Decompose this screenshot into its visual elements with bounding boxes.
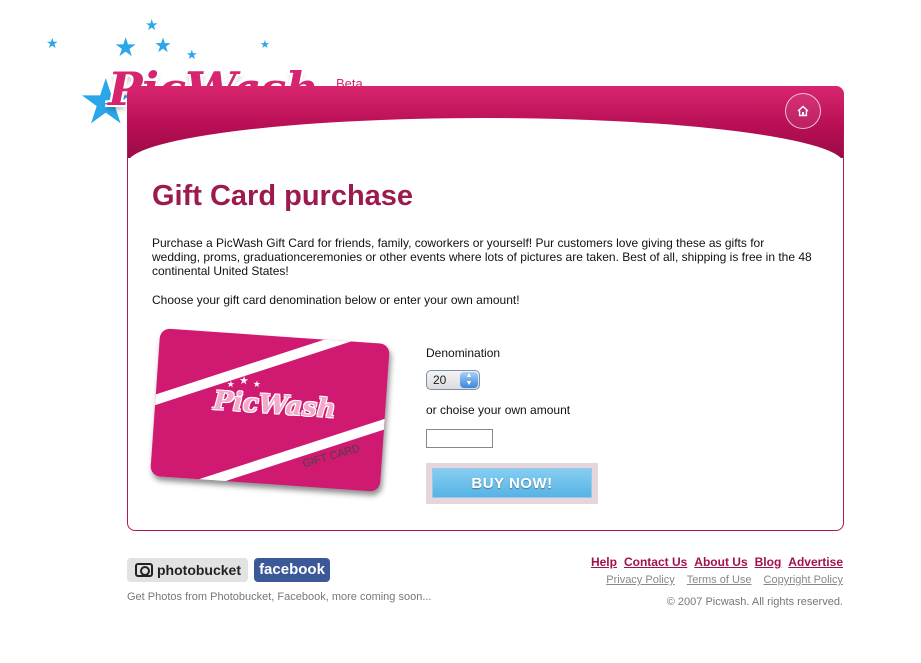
star-icon: ★ <box>186 47 198 62</box>
intro-paragraph: Purchase a PicWash Gift Card for friends… <box>152 236 812 278</box>
buy-button-frame: BUY NOW! <box>426 463 598 504</box>
photobucket-label: photobucket <box>157 562 241 578</box>
page-title: Gift Card purchase <box>152 180 414 212</box>
footer-link-advertise[interactable]: Advertise <box>788 555 843 569</box>
footer-legal: Privacy Policy Terms of Use Copyright Po… <box>606 574 843 586</box>
denomination-select[interactable]: 20 ▲ ▼ <box>426 370 480 390</box>
star-icon: ★ <box>145 17 159 34</box>
footer-nav: Help Contact Us About Us Blog Advertise <box>591 555 843 569</box>
star-icon: ★ <box>260 39 270 51</box>
star-icon: ★ <box>114 32 138 62</box>
star-icon: ★ <box>46 35 59 51</box>
home-icon <box>797 105 809 117</box>
footer-link-privacy-policy[interactable]: Privacy Policy <box>606 574 674 586</box>
footer-link-blog[interactable]: Blog <box>755 555 782 569</box>
buy-now-button[interactable]: BUY NOW! <box>432 468 592 498</box>
star-icon: ★ <box>238 374 250 388</box>
instruction-text: Choose your gift card denomination below… <box>152 293 520 307</box>
copyright-text: © 2007 Picwash. All rights reserved. <box>666 596 843 608</box>
select-stepper-icon: ▲ ▼ <box>460 372 478 388</box>
facebook-button[interactable]: facebook <box>254 558 330 582</box>
gift-card-image: ★ ★ ★ ★ PicWash GIFT CARD <box>150 328 390 492</box>
custom-amount-input[interactable] <box>426 429 493 448</box>
photobucket-button[interactable]: photobucket <box>127 558 248 582</box>
star-icon: ★ <box>154 35 172 57</box>
footer-link-copyright-policy[interactable]: Copyright Policy <box>764 574 843 586</box>
footer-note: Get Photos from Photobucket, Facebook, m… <box>127 591 432 603</box>
custom-amount-label: or choise your own amount <box>426 403 571 417</box>
footer-link-help[interactable]: Help <box>591 555 617 569</box>
denomination-value: 20 <box>433 373 447 387</box>
footer-link-terms-of-use[interactable]: Terms of Use <box>687 574 752 586</box>
denomination-label: Denomination <box>426 346 501 360</box>
camera-icon <box>135 563 153 577</box>
footer-link-about-us[interactable]: About Us <box>694 555 747 569</box>
footer-link-contact-us[interactable]: Contact Us <box>624 555 687 569</box>
